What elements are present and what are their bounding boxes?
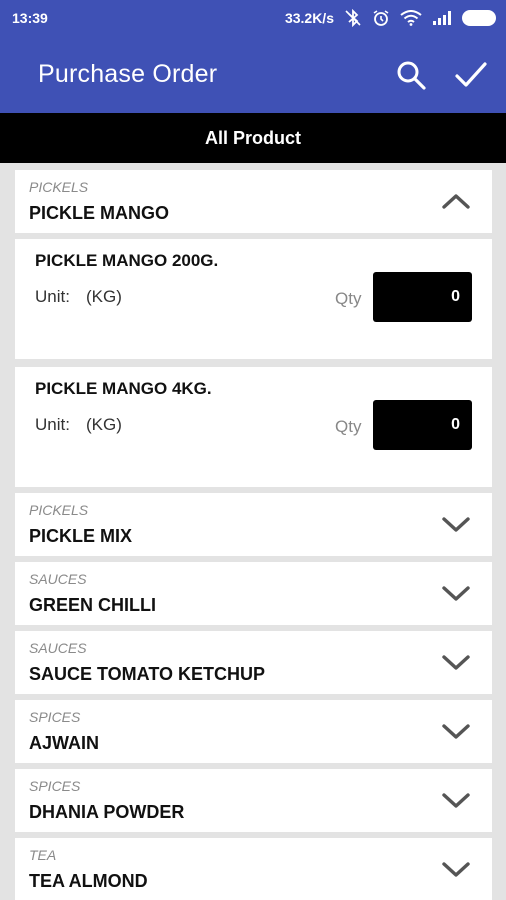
group-header-dhania-powder[interactable]: SPICES DHANIA POWDER <box>15 769 492 832</box>
qty-input[interactable]: 0 <box>373 272 472 322</box>
unit-value: (KG) <box>85 415 122 434</box>
checkmark-icon[interactable] <box>454 58 488 92</box>
unit-label: Unit: <box>35 415 70 434</box>
group-category: PICKELS <box>29 179 89 195</box>
filter-label: All Product <box>204 127 301 148</box>
group-category: PICKELS <box>29 502 89 518</box>
group-category: TEA <box>29 847 57 863</box>
status-icons: 33.2K/s <box>285 9 496 27</box>
page-title: Purchase Order <box>38 60 218 88</box>
bluetooth-off-icon <box>344 9 362 27</box>
chevron-down-icon[interactable] <box>440 858 472 880</box>
product-group-list: PICKELS PICKLE MANGO PICKLE MANGO 200G. … <box>15 170 492 900</box>
group-category: SPICES <box>29 778 81 794</box>
battery-icon <box>462 10 496 26</box>
chevron-down-icon[interactable] <box>440 789 472 811</box>
qty-label: Qty <box>335 289 362 308</box>
product-name: PICKLE MANGO 200G. <box>35 251 219 270</box>
signal-icon <box>432 10 452 26</box>
product-card: PICKLE MANGO 4KG. Unit: (KG) Qty 0 <box>15 367 492 487</box>
qty-input[interactable]: 0 <box>373 400 472 450</box>
chevron-down-icon[interactable] <box>440 513 472 535</box>
search-icon[interactable] <box>394 58 428 92</box>
chevron-down-icon[interactable] <box>440 651 472 673</box>
filter-bar[interactable]: All Product <box>0 113 506 163</box>
wifi-icon <box>400 10 422 26</box>
app-actions <box>394 58 488 92</box>
group-name: GREEN CHILLI <box>29 595 157 615</box>
qty-label: Qty <box>335 417 362 436</box>
group-header-green-chilli[interactable]: SAUCES GREEN CHILLI <box>15 562 492 625</box>
group-name: AJWAIN <box>29 733 100 753</box>
group-category: SAUCES <box>29 640 87 656</box>
group-header-pickle-mix[interactable]: PICKELS PICKLE MIX <box>15 493 492 556</box>
group-header-ajwain[interactable]: SPICES AJWAIN <box>15 700 492 763</box>
group-category: SPICES <box>29 709 81 725</box>
group-header-tea-almond[interactable]: TEA TEA ALMOND <box>15 838 492 900</box>
product-unit: Unit: (KG) <box>35 415 122 435</box>
network-speed: 33.2K/s <box>284 10 334 26</box>
group-name: PICKLE MIX <box>29 526 133 546</box>
alarm-icon <box>372 9 390 27</box>
group-name: DHANIA POWDER <box>29 802 185 822</box>
unit-value: (KG) <box>85 287 122 306</box>
chevron-down-icon[interactable] <box>440 582 472 604</box>
group-name: PICKLE MANGO <box>29 203 170 223</box>
product-name: PICKLE MANGO 4KG. <box>35 379 212 398</box>
status-time: 13:39 <box>12 10 48 26</box>
group-name: SAUCE TOMATO KETCHUP <box>29 664 266 684</box>
app-bar: Purchase Order <box>0 36 506 113</box>
status-bar: 13:39 33.2K/s <box>0 0 506 36</box>
chevron-down-icon[interactable] <box>440 720 472 742</box>
group-header-pickle-mango[interactable]: PICKELS PICKLE MANGO <box>15 170 492 233</box>
unit-label: Unit: <box>35 287 70 306</box>
chevron-up-icon[interactable] <box>440 190 472 212</box>
group-header-sauce-tomato-ketchup[interactable]: SAUCES SAUCE TOMATO KETCHUP <box>15 631 492 694</box>
product-card: PICKLE MANGO 200G. Unit: (KG) Qty 0 <box>15 239 492 359</box>
group-name: TEA ALMOND <box>29 871 148 891</box>
product-unit: Unit: (KG) <box>35 287 122 307</box>
group-category: SAUCES <box>29 571 87 587</box>
